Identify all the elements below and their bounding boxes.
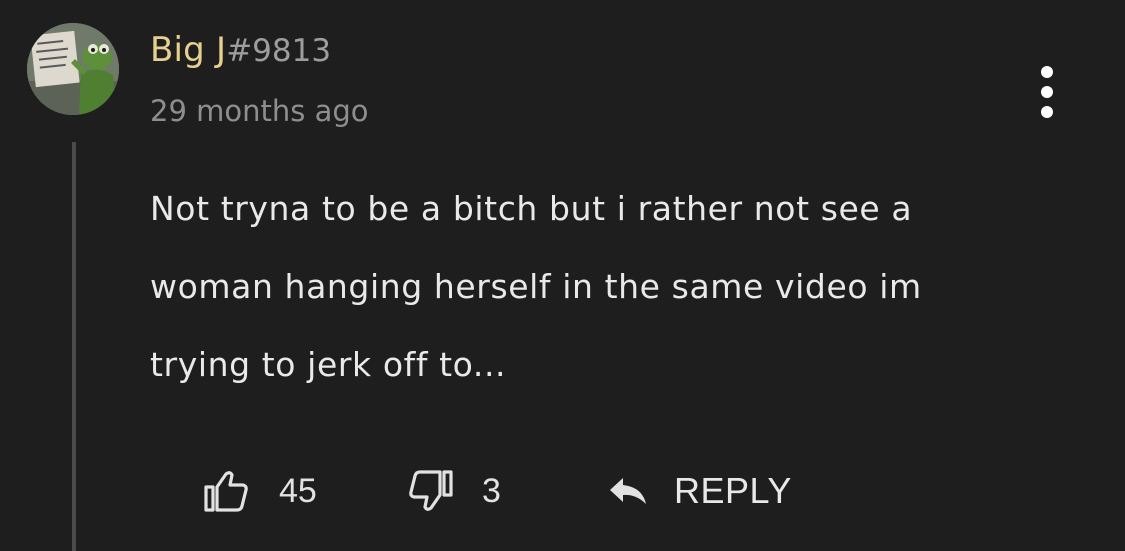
reply-button[interactable]: REPLY — [608, 466, 792, 516]
author-row: Big J #9813 — [150, 30, 331, 78]
reply-label: REPLY — [674, 470, 792, 511]
more-vertical-icon-dot — [1041, 106, 1053, 118]
thumbs-up-icon — [203, 469, 249, 513]
avatar-image — [27, 23, 119, 115]
dislike-count: 3 — [482, 471, 501, 510]
comment-text: Not tryna to be a bitch but i rather not… — [150, 189, 922, 384]
comment-actions: 45 3 REPLY — [0, 466, 1125, 516]
avatar[interactable] — [27, 23, 119, 115]
timestamp: 29 months ago — [150, 94, 369, 128]
more-vertical-icon — [1041, 66, 1053, 78]
like-count: 45 — [279, 471, 317, 510]
comment-card: Big J #9813 29 months ago Not tryna to b… — [0, 0, 1125, 551]
reply-arrow-icon — [608, 476, 648, 506]
dislike-button[interactable]: 3 — [408, 466, 501, 516]
more-options-button[interactable] — [1030, 66, 1064, 118]
more-vertical-icon-dot — [1041, 86, 1053, 98]
author-tag: #9813 — [226, 33, 332, 69]
like-button[interactable]: 45 — [203, 466, 317, 516]
thumbs-down-icon — [408, 469, 454, 513]
author-name[interactable]: Big J — [150, 30, 226, 70]
